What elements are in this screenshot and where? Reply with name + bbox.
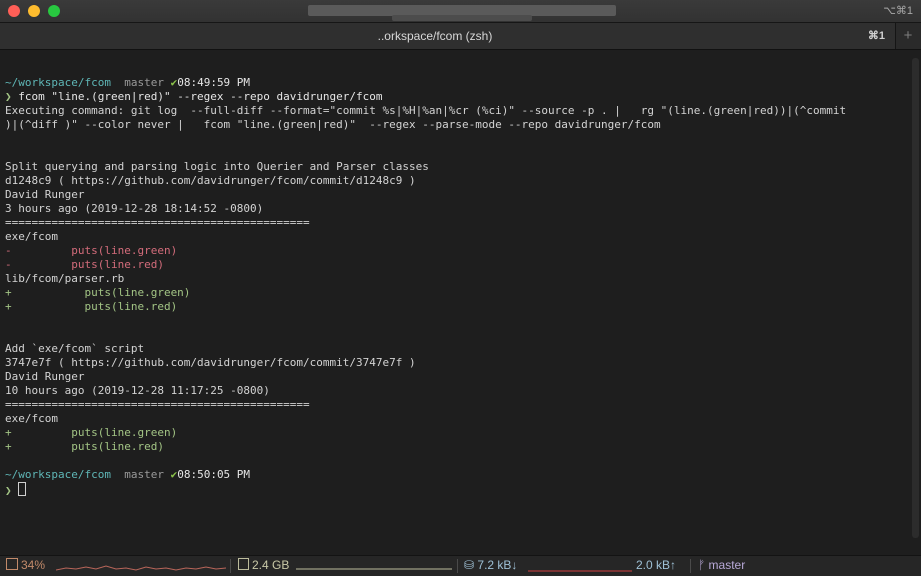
terminal-line: 10 hours ago (2019-12-28 11:17:25 -0800) <box>5 384 898 398</box>
terminal-text: master <box>110 76 171 89</box>
tab-bar: ..orkspace/fcom (zsh) ⌘1 + <box>0 22 921 50</box>
memory-icon <box>238 558 249 570</box>
terminal-text: lib/fcom/parser.rb <box>5 272 125 285</box>
terminal-line: David Runger <box>5 188 898 202</box>
terminal-text: + puts(line.green) <box>5 286 191 299</box>
terminal-line: ❯ fcom "line.(green|red)" --regex --repo… <box>5 90 898 104</box>
terminal-text: + puts(line.green) <box>5 426 178 439</box>
terminal-line: exe/fcom <box>5 412 898 426</box>
tab-shortcut: ⌘1 <box>867 30 885 42</box>
terminal-text: 08:49:59 PM <box>177 76 251 89</box>
terminal-text: ========================================… <box>5 216 310 229</box>
terminal-text: - puts(line.red) <box>5 258 164 271</box>
terminal-text: - puts(line.green) <box>5 244 178 257</box>
minimize-window-button[interactable] <box>28 5 40 17</box>
terminal-line: 3747e7f ( https://github.com/davidrunger… <box>5 356 898 370</box>
status-separator <box>690 559 691 573</box>
terminal-line: + puts(line.red) <box>5 440 898 454</box>
tab-zsh[interactable]: ..orkspace/fcom (zsh) ⌘1 <box>0 23 896 49</box>
cpu-value: 34% <box>21 558 46 572</box>
terminal-text: + puts(line.red) <box>5 440 164 453</box>
terminal-line: Executing command: git log --full-diff -… <box>5 104 898 118</box>
terminal-text: ❯ <box>5 90 12 103</box>
terminal-text: ❯ <box>5 484 19 497</box>
status-separator <box>457 559 458 573</box>
terminal-line: ~/workspace/fcom master ✔08:50:05 PM <box>5 468 898 482</box>
terminal-line: d1248c9 ( https://github.com/davidrunger… <box>5 174 898 188</box>
terminal-output[interactable]: ~/workspace/fcom master ✔08:49:59 PM ❯ fc… <box>5 62 898 542</box>
terminal-text: + puts(line.red) <box>5 300 178 313</box>
network-status: ⛁ 7.2 kB↓ <box>464 556 517 576</box>
terminal-line: lib/fcom/parser.rb <box>5 272 898 286</box>
terminal-line: + puts(line.green) <box>5 426 898 440</box>
status-separator <box>230 559 231 573</box>
terminal-text: ~/workspace/fcom <box>5 468 111 481</box>
terminal-line: Split querying and parsing logic into Qu… <box>5 160 898 174</box>
terminal-line: 3 hours ago (2019-12-28 18:14:52 -0800) <box>5 202 898 216</box>
terminal-line: - puts(line.green) <box>5 244 898 258</box>
terminal-text: 3747e7f ( https://github.com/davidrunger… <box>5 356 416 369</box>
terminal-text: 08:50:05 PM <box>177 468 251 481</box>
terminal-text: fcom "line.(green|red)" --regex --repo d… <box>11 90 383 103</box>
terminal-text: 10 hours ago (2019-12-28 11:17:25 -0800) <box>5 384 270 397</box>
terminal-line: Add `exe/fcom` script <box>5 342 898 356</box>
terminal-text: ========================================… <box>5 398 310 411</box>
memory-sparkline <box>296 568 452 570</box>
terminal-line: exe/fcom <box>5 230 898 244</box>
redacted-window-title-secondary <box>392 15 532 21</box>
terminal-line: - puts(line.red) <box>5 258 898 272</box>
status-bar: 34% 2.4 GB ⛁ 7.2 kB↓ 2.0 kB↑ ᚠ master <box>0 555 921 576</box>
cpu-icon <box>6 558 18 570</box>
terminal-line: )|(^diff )" --color never | fcom "line.(… <box>5 118 898 132</box>
git-branch-icon: ᚠ <box>698 558 706 572</box>
new-tab-button[interactable]: + <box>895 23 921 49</box>
terminal-cursor <box>18 482 27 496</box>
terminal-text: David Runger <box>5 370 85 383</box>
git-status: ᚠ master <box>698 556 745 576</box>
terminal-line: + puts(line.green) <box>5 286 898 300</box>
terminal-text: exe/fcom <box>5 412 58 425</box>
window-titlebar: ⌥⌘1 <box>0 0 921 22</box>
window-shortcut: ⌥⌘1 <box>883 5 913 17</box>
network-up-status: 2.0 kB↑ <box>636 556 676 576</box>
terminal-line: ~/workspace/fcom master ✔08:49:59 PM <box>5 76 898 90</box>
scrollbar[interactable] <box>912 58 919 538</box>
terminal-text: master <box>110 468 171 481</box>
terminal-text: )|(^diff )" --color never | fcom "line.(… <box>5 118 661 131</box>
terminal-line: ========================================… <box>5 398 898 412</box>
terminal-line: David Runger <box>5 370 898 384</box>
terminal-text: Add `exe/fcom` script <box>5 342 145 355</box>
cpu-status: 34% <box>6 556 45 576</box>
memory-value: 2.4 GB <box>252 558 290 572</box>
network-sparkline <box>528 570 632 572</box>
network-down-value: 7.2 kB↓ <box>477 558 518 572</box>
terminal-text: exe/fcom <box>5 230 58 243</box>
network-up-value: 2.0 kB↑ <box>636 558 677 572</box>
close-window-button[interactable] <box>8 5 20 17</box>
zoom-window-button[interactable] <box>48 5 60 17</box>
tab-title: ..orkspace/fcom (zsh) <box>377 29 493 43</box>
terminal-text: David Runger <box>5 188 85 201</box>
memory-status: 2.4 GB <box>238 556 289 576</box>
terminal-text: ~/workspace/fcom <box>5 76 111 89</box>
terminal-text: Executing command: git log --full-diff -… <box>5 104 847 117</box>
terminal-text: 3 hours ago (2019-12-28 18:14:52 -0800) <box>5 202 264 215</box>
network-icon: ⛁ <box>464 558 478 572</box>
terminal-line: ❯ <box>5 482 898 497</box>
git-branch-value: master <box>708 558 746 572</box>
terminal-text: Split querying and parsing logic into Qu… <box>5 160 429 173</box>
terminal-line: + puts(line.red) <box>5 300 898 314</box>
terminal-text: d1248c9 ( https://github.com/davidrunger… <box>5 174 416 187</box>
terminal-line: ========================================… <box>5 216 898 230</box>
cpu-sparkline <box>56 565 226 571</box>
